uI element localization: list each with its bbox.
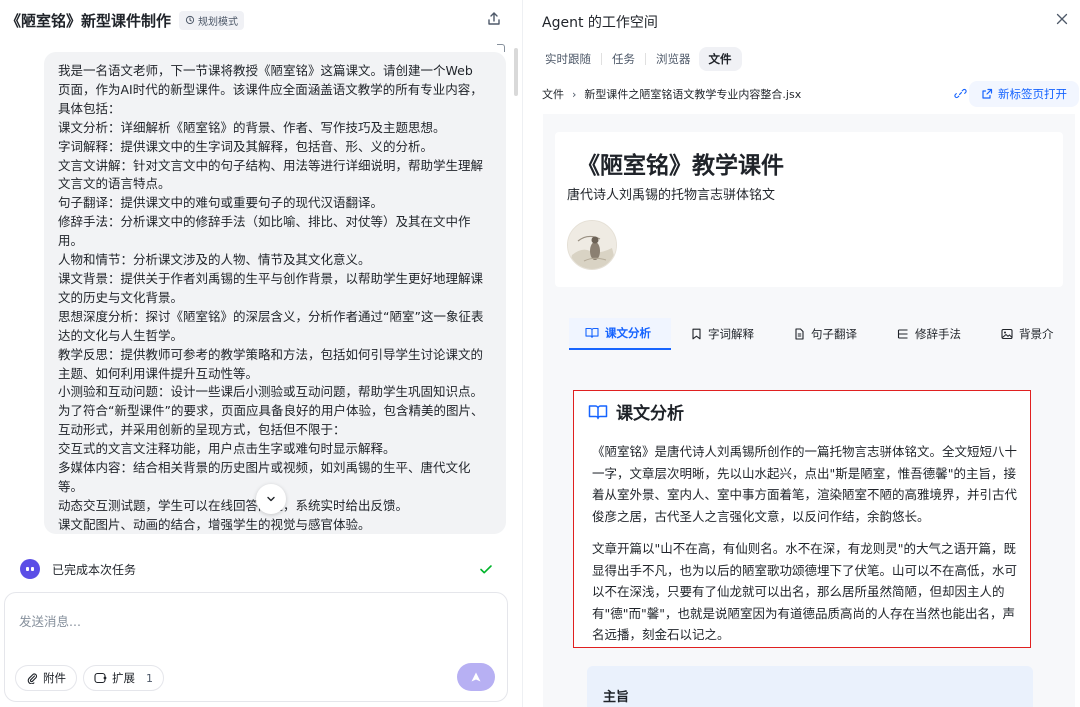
message-line: 修辞手法：分析课文中的修辞手法（如比喻、排比、对仗等）及其在文中作: [58, 214, 471, 230]
message-line: 达的文化与人生哲学。: [58, 327, 184, 343]
attach-label: 附件: [43, 671, 66, 685]
chat-pane: 《陋室铭》新型课件制作 规划模式 我是一名语文老师，下一节课将教授《陋室铭》这篇…: [0, 0, 520, 707]
planning-mode-label: 规划模式: [198, 16, 239, 28]
tab-translation[interactable]: 句子翻译: [774, 318, 877, 350]
tab-separator: [645, 53, 646, 65]
task-status-text: 已完成本次任务: [52, 562, 137, 577]
conversation-title: 《陋室铭》新型课件制作: [6, 11, 172, 30]
extend-button[interactable]: 扩展 1: [83, 665, 164, 691]
paperclip-icon: [27, 673, 38, 684]
message-input-placeholder[interactable]: 发送消息...: [19, 611, 81, 630]
user-message-bubble: 我是一名语文老师，下一节课将教授《陋室铭》这篇课文。请创建一个Web 页面，作为A…: [44, 52, 506, 534]
task-status-row[interactable]: 已完成本次任务: [6, 548, 512, 590]
breadcrumb-root[interactable]: 文件: [542, 86, 564, 102]
message-line: 文的历史与文化背景。: [58, 289, 184, 305]
analysis-paragraph: 《陋室铭》是唐代诗人刘禹锡所创作的一篇托物言志骈体铭文。全文短短八十一字，文章层…: [592, 444, 1018, 524]
message-line: 交互式的文言文注释功能，用户点击生字或难句时显示解释。: [58, 441, 396, 457]
extend-label: 扩展: [112, 671, 135, 685]
document-icon: [795, 328, 804, 340]
external-link-icon: [982, 88, 993, 99]
open-in-new-tab-label: 新标签页打开: [998, 87, 1067, 101]
tab-background-label: 背景介: [1019, 327, 1054, 341]
message-line: 具体包括：: [58, 100, 121, 116]
courseware-subtitle: 唐代诗人刘禹锡的托物言志骈体铭文: [567, 188, 776, 203]
link-icon[interactable]: [954, 87, 967, 100]
planning-mode-icon: [185, 15, 195, 25]
extend-icon: [94, 672, 107, 684]
message-line: 文言文的语言特点。: [58, 176, 171, 192]
message-line: 小测验和互动问题：设计一些课后小测验或互动问题，帮助学生巩固知识点。: [58, 384, 484, 400]
tab-vocabulary[interactable]: 字词解释: [671, 318, 774, 350]
chat-header: 《陋室铭》新型课件制作 规划模式: [0, 0, 520, 40]
message-line: 文言文讲解：针对文言文中的句子结构、用法等进行详细说明，帮助学生理解: [58, 157, 484, 173]
message-line: 互动形式，并采用创新的呈现方式，包括但不限于：: [58, 422, 346, 438]
workspace-tabs: 实时跟随 任务 浏览器 文件: [537, 46, 742, 72]
workspace-pane: Agent 的工作空间 实时跟随 任务 浏览器 文件 文件 › 新型课件之陋室铭…: [522, 0, 1080, 707]
message-line: 句子翻译：提供课文中的难句或重要句子的现代汉语翻译。: [58, 195, 384, 211]
message-line: 多媒体内容：结合相关背景的历史图片或视频，如刘禹锡的生平、唐代文化: [58, 460, 471, 476]
message-line: 为了符合“新型课件”的要求，页面应具备良好的用户体验，包含精美的图片、: [58, 403, 484, 419]
tab-rhetoric[interactable]: 修辞手法: [877, 318, 981, 350]
tab-live-follow[interactable]: 实时跟随: [537, 47, 599, 71]
chevron-down-icon: [267, 496, 275, 502]
message-line: 用。: [58, 233, 84, 249]
breadcrumb-chevron-icon: ›: [572, 87, 577, 101]
tab-translation-label: 句子翻译: [811, 327, 857, 341]
analysis-paragraph: 文章开篇以"山不在高，有仙则名。水不在深，有龙则灵"的大气之语开篇，既显得出手不…: [592, 541, 1018, 642]
tab-files[interactable]: 文件: [698, 47, 742, 71]
chat-scrollbar[interactable]: [514, 48, 518, 96]
theme-title: 主旨: [603, 690, 630, 705]
workspace-title: Agent 的工作空间: [542, 15, 658, 31]
file-preview: 《陋室铭》教学课件 唐代诗人刘禹锡的托物言志骈体铭文 课文分析 字词解释 句子翻…: [543, 114, 1075, 707]
tab-separator: [601, 53, 602, 65]
message-line: 课文配图片、动画的结合，增强学生的视觉与感官体验。: [58, 516, 371, 532]
check-icon: [480, 565, 492, 574]
tab-text-analysis[interactable]: 课文分析: [569, 318, 671, 350]
courseware-title: 《陋室铭》教学课件: [577, 153, 784, 179]
section-heading: 课文分析: [588, 399, 684, 424]
message-line: 页面，作为AI时代的新型课件。该课件应全面涵盖语文教学的所有专业内容，: [58, 81, 483, 97]
tab-vocabulary-label: 字词解释: [708, 327, 754, 341]
tab-background[interactable]: 背景介: [981, 318, 1074, 350]
close-icon[interactable]: [1056, 13, 1068, 25]
message-line: 课文背景：提供关于作者刘禹锡的生平与创作背景，以帮助学生更好地理解课: [58, 270, 484, 286]
send-icon: [471, 672, 481, 682]
extend-count: 1: [146, 671, 153, 685]
breadcrumb-file: 新型课件之陋室铭语文教学专业内容整合.jsx: [584, 88, 802, 101]
author-portrait: [567, 220, 617, 270]
message-composer[interactable]: 发送消息... 附件 扩展 1: [4, 592, 508, 702]
open-in-new-tab-button[interactable]: 新标签页打开: [969, 81, 1079, 107]
message-line: 课文分析：详细解析《陋室铭》的背景、作者、写作技巧及主题思想。: [58, 119, 446, 135]
scroll-down-button[interactable]: [256, 484, 286, 514]
text-analysis-section: 课文分析 《陋室铭》是唐代诗人刘禹锡所创作的一篇托物言志骈体铭文。全文短短八十一…: [573, 390, 1031, 648]
tab-browser[interactable]: 浏览器: [648, 47, 699, 71]
theme-card: 主旨: [587, 666, 1033, 707]
list-icon: [897, 329, 908, 339]
agent-avatar-icon: [20, 559, 40, 579]
message-line: 我是一名语文老师，下一节课将教授《陋室铭》这篇课文。请创建一个Web: [58, 63, 473, 78]
tab-text-analysis-label: 课文分析: [605, 326, 651, 340]
bookmark-icon: [692, 328, 701, 340]
message-line: 教学反思：提供教师可参考的教学策略和方法，包括如何引导学生讨论课文的: [58, 346, 484, 362]
courseware-hero: 《陋室铭》教学课件 唐代诗人刘禹锡的托物言志骈体铭文: [555, 132, 1063, 287]
courseware-tabs: 课文分析 字词解释 句子翻译 修辞手法 背景介: [569, 318, 1075, 350]
message-line: 字词解释：提供课文中的生字词及其解释，包括音、形、义的分析。: [58, 138, 434, 154]
message-line: 思想深度分析：探讨《陋室铭》的深层含义，分析作者通过“陋室”这一象征表: [58, 308, 484, 324]
share-icon[interactable]: [486, 11, 502, 27]
tab-tasks[interactable]: 任务: [604, 47, 643, 71]
book-icon: [588, 404, 608, 419]
image-icon: [1001, 328, 1013, 340]
bubble-corner-mark: [497, 44, 505, 52]
attach-button[interactable]: 附件: [15, 665, 77, 691]
message-line: 主题、如何利用课件提升互动性等。: [58, 365, 259, 381]
user-message-text: 我是一名语文老师，下一节课将教授《陋室铭》这篇课文。请创建一个Web 页面，作为A…: [58, 62, 494, 534]
send-button[interactable]: [457, 663, 495, 691]
section-title: 课文分析: [616, 404, 684, 424]
book-icon: [585, 327, 599, 339]
section-body: 《陋室铭》是唐代诗人刘禹锡所创作的一篇托物言志骈体铭文。全文短短八十一字，文章层…: [592, 441, 1020, 646]
message-line: 人物和情节：分析课文涉及的人物、情节及其文化意义。: [58, 252, 371, 268]
planning-mode-badge[interactable]: 规划模式: [179, 10, 245, 30]
breadcrumb: 文件 › 新型课件之陋室铭语文教学专业内容整合.jsx: [542, 86, 801, 102]
tab-rhetoric-label: 修辞手法: [915, 327, 961, 341]
